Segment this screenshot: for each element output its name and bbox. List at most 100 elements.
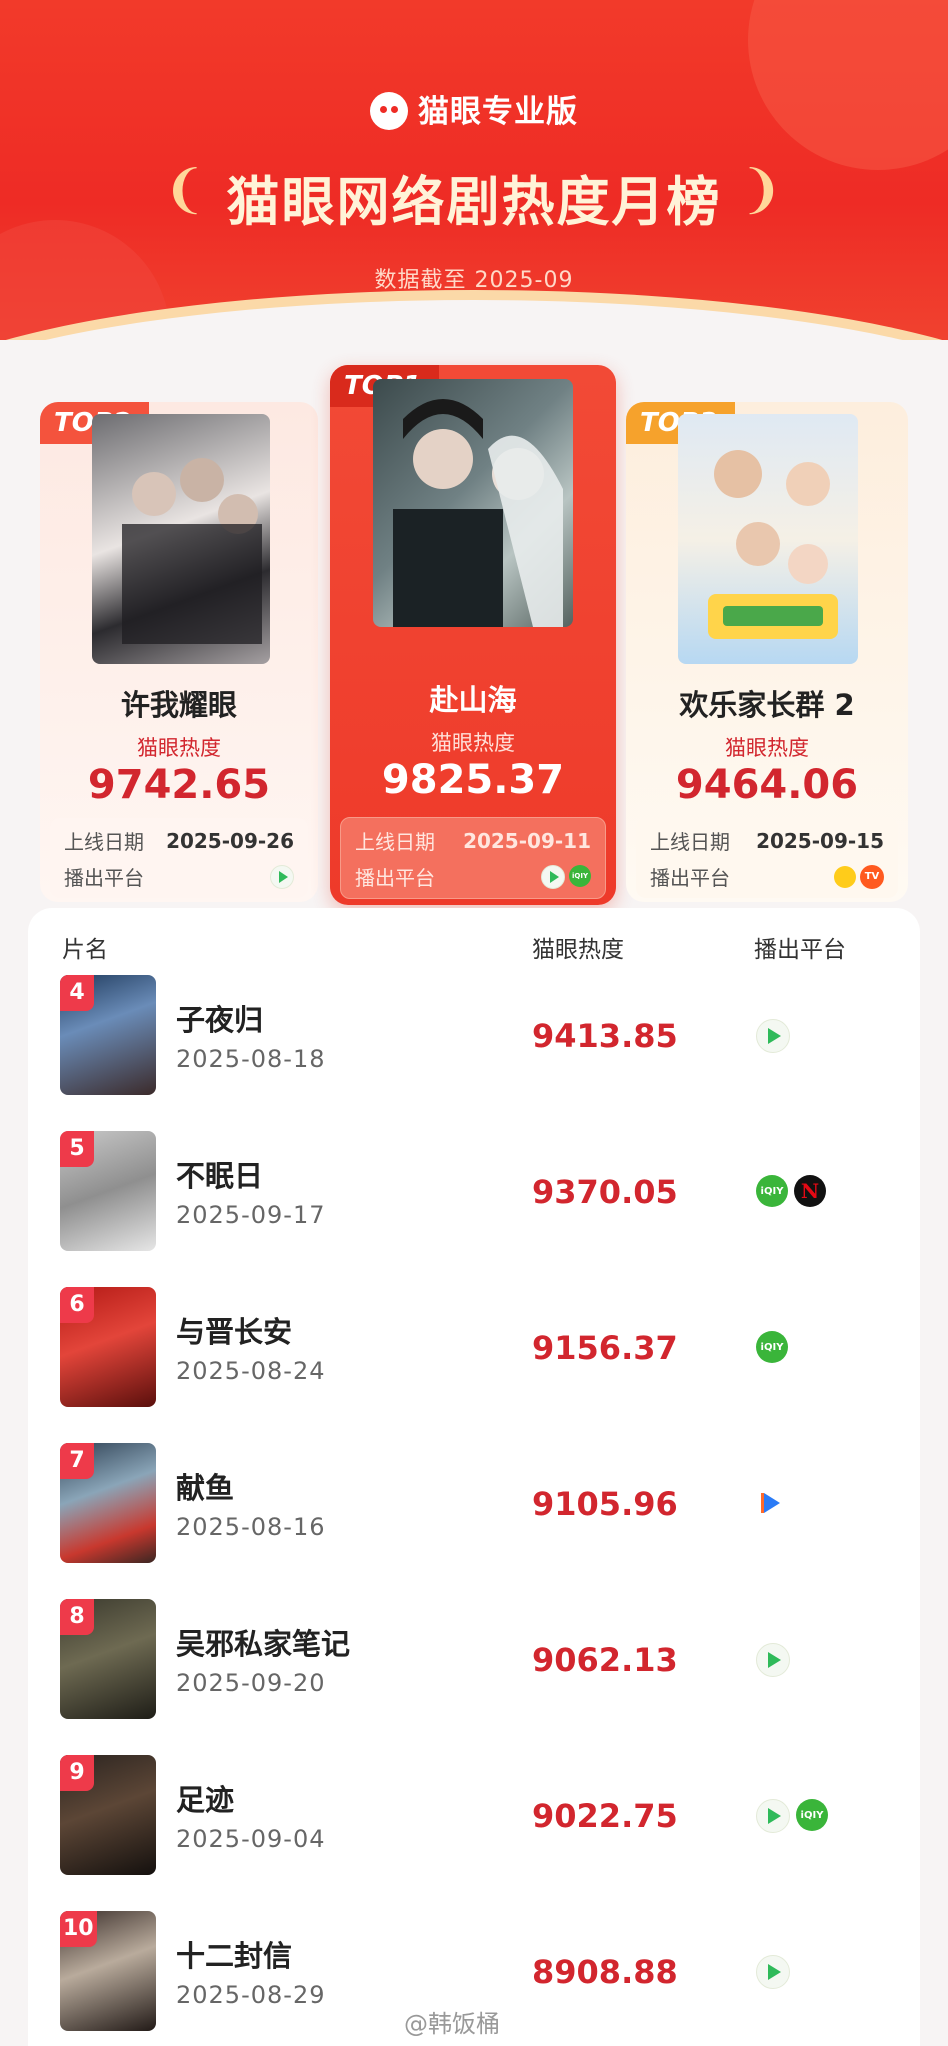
rank-badge: 10 [60, 1911, 97, 1947]
poster-image [678, 414, 858, 664]
youku-icon [756, 1487, 788, 1519]
col-header-heat: 猫眼热度 [532, 937, 624, 963]
platform-label: 播出平台 [355, 866, 435, 890]
page-title: ❨ 猫眼网络剧热度月榜 ❩ [0, 160, 948, 236]
iqiyi-icon: iQIY [796, 1799, 828, 1831]
poster-thumbnail: 9 [60, 1755, 156, 1875]
drama-name: 与晋长安 [176, 1315, 293, 1349]
heat-label: 猫眼热度 [725, 736, 809, 760]
poster-image [373, 379, 573, 627]
heat-score: 9105.96 [532, 1485, 678, 1523]
release-date: 2025-09-04 [176, 1825, 326, 1853]
heat-label: 猫眼热度 [431, 731, 515, 755]
heat-score: 9825.37 [381, 757, 565, 803]
drama-name: 不眠日 [176, 1159, 264, 1193]
platforms: iQIY N [756, 1175, 826, 1207]
release-date: 2025-09-15 [756, 828, 884, 853]
release-date: 2025-08-16 [176, 1513, 326, 1541]
release-date: 2025-08-18 [176, 1045, 326, 1073]
mango-tv-icon [834, 865, 856, 888]
tencent-video-icon [756, 1955, 790, 1989]
list-item[interactable]: 6 与晋长安 2025-08-24 9156.37 iQIY [60, 1287, 900, 1412]
heat-score: 9464.06 [675, 762, 859, 808]
release-date: 2025-09-11 [463, 828, 591, 853]
poster-thumbnail: 8 [60, 1599, 156, 1719]
release-date: 2025-09-17 [176, 1201, 326, 1229]
tencent-video-icon [270, 864, 294, 889]
release-date: 2025-08-29 [176, 1981, 326, 2009]
info-box: 上线日期 2025-09-11 播出平台 iQIY [340, 817, 606, 899]
drama-name: 足迹 [176, 1783, 235, 1817]
platforms [756, 1019, 790, 1053]
poster-art [708, 450, 838, 639]
weibo-watermark: @韩饭桶 [404, 2010, 500, 2038]
heat-score: 9370.05 [532, 1173, 678, 1211]
platform-label: 播出平台 [650, 866, 730, 890]
laurel-left-icon: ❨ [162, 160, 209, 220]
decor-circle [748, 0, 948, 170]
page-title-text: 猫眼网络剧热度月榜 [226, 172, 722, 233]
drama-name: 赴山海 [429, 683, 517, 717]
platforms [756, 1955, 790, 1989]
drama-name: 献鱼 [176, 1471, 235, 1505]
netflix-icon: N [794, 1175, 826, 1207]
top2-card[interactable]: TOP2 许我耀眼 猫眼热度 9742.65 上线日期2025-09-26 播出… [40, 402, 318, 902]
brand-name: 猫眼专业版 [418, 94, 578, 130]
heat-score: 9062.13 [532, 1641, 678, 1679]
col-header-platform: 播出平台 [754, 937, 846, 963]
list-item[interactable]: 5 不眠日 2025-09-17 9370.05 iQIY N [60, 1131, 900, 1256]
drama-name: 欢乐家长群 2 [679, 688, 855, 722]
rank-badge: 4 [60, 975, 94, 1011]
iqiyi-icon: iQIY [756, 1175, 788, 1207]
drama-name: 吴邪私家笔记 [176, 1627, 351, 1661]
platforms [756, 1487, 788, 1519]
drama-name: 子夜归 [176, 1003, 264, 1037]
poster-thumbnail: 10 [60, 1911, 156, 2031]
poster-thumbnail: 5 [60, 1131, 156, 1251]
info-box: 上线日期 2025-09-26 播出平台 [50, 818, 308, 898]
list-item[interactable]: 7 献鱼 2025-08-16 9105.96 [60, 1443, 900, 1568]
laurel-right-icon: ❩ [739, 160, 786, 220]
drama-name: 十二封信 [176, 1939, 293, 1973]
tencent-video-icon [756, 1799, 790, 1833]
info-box: 上线日期 2025-09-15 播出平台 TV [636, 818, 898, 898]
rank-badge: 9 [60, 1755, 94, 1791]
poster-image [92, 414, 270, 664]
release-date: 2025-08-24 [176, 1357, 326, 1385]
platforms [756, 1643, 790, 1677]
heat-score: 9413.85 [532, 1017, 678, 1055]
top3-card[interactable]: TOP3 欢乐家长群 2 猫眼热度 9464.06 上线日期2025-09-15… [626, 402, 908, 902]
platform-label: 播出平台 [64, 866, 144, 890]
data-date: 数据截至 2025-09 [374, 268, 574, 293]
poster-art [393, 399, 563, 627]
rank-badge: 5 [60, 1131, 94, 1167]
heat-score: 9742.65 [87, 762, 271, 808]
release-date: 2025-09-20 [176, 1669, 326, 1697]
drama-name: 许我耀眼 [120, 688, 237, 722]
rank-badge: 7 [60, 1443, 94, 1479]
iqiyi-icon: iQIY [756, 1331, 788, 1363]
rank-badge: 6 [60, 1287, 94, 1323]
heat-label: 猫眼热度 [137, 736, 221, 760]
poster-thumbnail: 7 [60, 1443, 156, 1563]
tencent-video-icon [756, 1019, 790, 1053]
mgtv-icon: TV [860, 864, 884, 889]
platforms: iQIY [756, 1331, 788, 1363]
poster-thumbnail: 6 [60, 1287, 156, 1407]
header-banner: 猫眼专业版 ❨ 猫眼网络剧热度月榜 ❩ 数据截至 2025-09 [0, 0, 948, 340]
list-item[interactable]: 8 吴邪私家笔记 2025-09-20 9062.13 [60, 1599, 900, 1724]
poster-art [122, 458, 262, 644]
heat-score: 8908.88 [532, 1953, 678, 1991]
list-item[interactable]: 9 足迹 2025-09-04 9022.75 iQIY [60, 1755, 900, 1880]
list-item[interactable]: 4 子夜归 2025-08-18 9413.85 [60, 975, 900, 1100]
tencent-video-icon [541, 864, 565, 889]
iqiyi-icon: iQIY [569, 864, 591, 887]
heat-score: 9022.75 [532, 1797, 678, 1835]
poster-thumbnail: 4 [60, 975, 156, 1095]
col-header-name: 片名 [62, 937, 108, 963]
brand: 猫眼专业版 [0, 86, 948, 133]
top1-card[interactable]: TOP1 赴山海 猫眼热度 9825.37 上线日期2025-09-11 播出平… [330, 365, 616, 905]
rank-badge: 8 [60, 1599, 94, 1635]
release-date-label: 上线日期 [650, 830, 730, 854]
release-date-label: 上线日期 [355, 830, 435, 854]
